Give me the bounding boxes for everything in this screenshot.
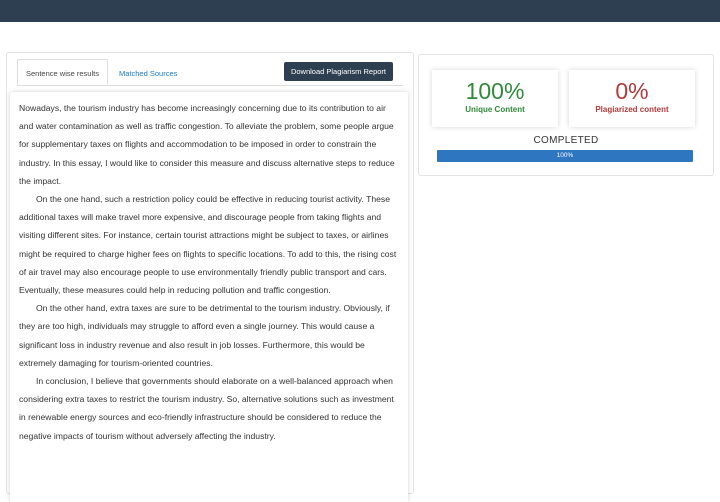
essay-text-card: Nowadays, the tourism industry has becom… [10, 92, 408, 502]
progress-bar: 100% [437, 150, 693, 162]
tab-sentence-wise-results[interactable]: Sentence wise results [17, 59, 108, 85]
top-navbar [0, 0, 720, 22]
progress-label: 100% [556, 152, 574, 159]
unique-content-value: 100% [465, 78, 525, 104]
essay-paragraph-4: In conclusion, I believe that government… [19, 376, 394, 441]
unique-content-label: Unique Content [465, 105, 525, 114]
plagiarized-content-value: 0% [615, 78, 649, 104]
results-tabs: Sentence wise results Matched Sources Do… [17, 59, 403, 86]
plagiarized-content-card: 0% Plagiarized content [569, 70, 695, 127]
essay-paragraph-1: Nowadays, the tourism industry has becom… [19, 103, 395, 186]
status-completed: COMPLETED [533, 135, 599, 146]
tab-matched-sources[interactable]: Matched Sources [110, 59, 186, 85]
results-panel: Sentence wise results Matched Sources Do… [6, 52, 414, 502]
summary-panel: 100% Unique Content 0% Plagiarized conte… [418, 54, 714, 176]
essay-paragraph-2: On the one hand, such a restriction poli… [19, 194, 397, 296]
unique-content-card: 100% Unique Content [432, 70, 558, 127]
essay-paragraph-3: On the other hand, extra taxes are sure … [19, 303, 390, 368]
plagiarized-content-label: Plagiarized content [595, 105, 669, 114]
download-report-button[interactable]: Download Plagiarism Report [283, 62, 393, 81]
